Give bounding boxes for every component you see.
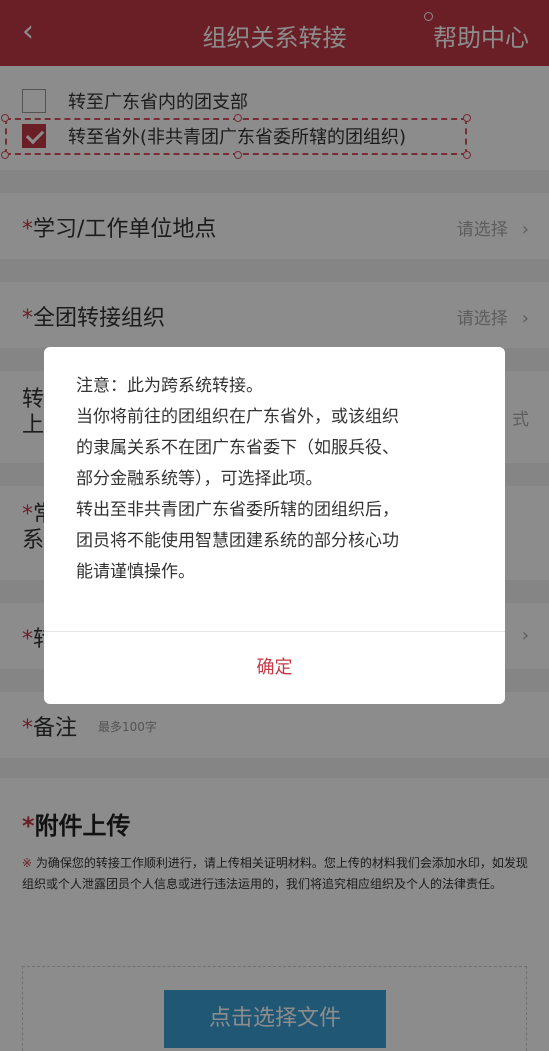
notice-dialog: 注意：此为跨系统转接。 当你将前往的团组织在广东省外，或该组织 的隶属关系不在团… [44,347,505,704]
dialog-message: 注意：此为跨系统转接。 当你将前往的团组织在广东省外，或该组织 的隶属关系不在团… [76,376,399,582]
confirm-button[interactable]: 确定 [44,632,505,704]
